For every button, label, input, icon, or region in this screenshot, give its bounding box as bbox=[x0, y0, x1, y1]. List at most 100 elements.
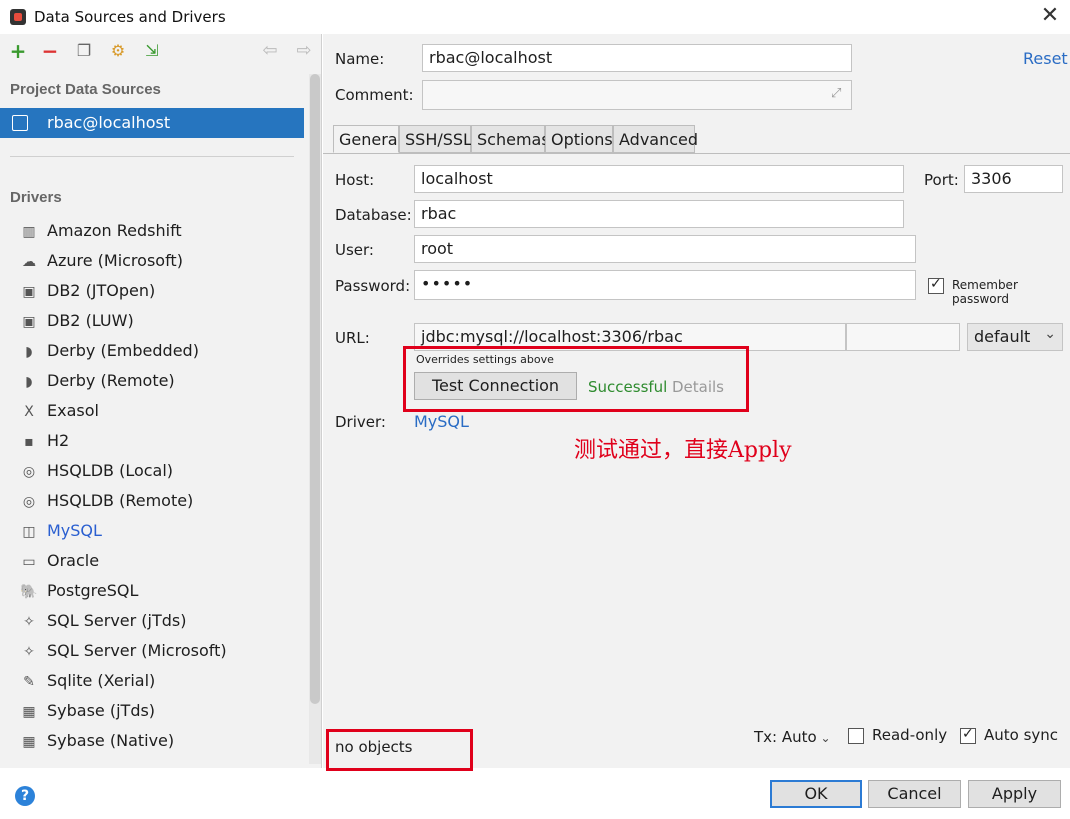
driver-label: Amazon Redshift bbox=[47, 221, 182, 240]
auto-sync-label: Auto sync bbox=[984, 726, 1059, 744]
driver-label: SQL Server (jTds) bbox=[47, 611, 187, 630]
redshift-icon: ▥ bbox=[22, 224, 36, 240]
driver-item[interactable]: ▭ Oracle bbox=[0, 546, 300, 576]
driver-item[interactable]: ◗ Derby (Remote) bbox=[0, 366, 300, 396]
close-icon[interactable]: ✕ bbox=[1038, 4, 1062, 28]
driver-label: Derby (Embedded) bbox=[47, 341, 199, 360]
forward-icon[interactable]: ⇨ bbox=[294, 41, 314, 61]
password-label: Password: bbox=[335, 277, 411, 295]
apply-button[interactable]: Apply bbox=[968, 780, 1061, 808]
driver-link[interactable]: MySQL bbox=[414, 412, 469, 431]
scrollbar[interactable] bbox=[309, 74, 321, 764]
back-icon[interactable]: ⇦ bbox=[260, 41, 280, 61]
copy-icon[interactable]: ❐ bbox=[74, 41, 94, 61]
driver-item[interactable]: ▥ Amazon Redshift bbox=[0, 216, 300, 246]
driver-item[interactable]: ◗ Derby (Embedded) bbox=[0, 336, 300, 366]
tab-divider bbox=[323, 153, 1070, 154]
port-input[interactable]: 3306 bbox=[964, 165, 1063, 193]
sqlserver-icon: ✧ bbox=[23, 644, 35, 660]
driver-label: PostgreSQL bbox=[47, 581, 139, 600]
oracle-icon: ▭ bbox=[22, 554, 36, 570]
url-mode-select[interactable]: default ⌄ bbox=[967, 323, 1063, 351]
driver-item[interactable]: ▣ DB2 (LUW) bbox=[0, 306, 300, 336]
postgresql-icon: 🐘 bbox=[20, 584, 38, 600]
driver-item[interactable]: X Exasol bbox=[0, 396, 300, 426]
remember-password-label: Remember password bbox=[952, 278, 1018, 306]
sybase-icon: ▦ bbox=[22, 734, 36, 750]
tab-options[interactable]: Options bbox=[545, 125, 613, 153]
ok-button[interactable]: OK bbox=[770, 780, 862, 808]
driver-item[interactable]: ▦ Sybase (Native) bbox=[0, 726, 300, 756]
url-mode-value: default bbox=[974, 327, 1031, 346]
db2-icon: ▣ bbox=[22, 284, 36, 300]
driver-item[interactable]: ◎ HSQLDB (Remote) bbox=[0, 486, 300, 516]
toolbar: + − ❐ ⚙ ⇲ ⇦ ⇨ bbox=[0, 34, 322, 70]
driver-item[interactable]: ▣ DB2 (JTOpen) bbox=[0, 276, 300, 306]
help-icon[interactable]: ? bbox=[15, 786, 35, 806]
remember-password-checkbox[interactable] bbox=[928, 276, 944, 294]
host-label: Host: bbox=[335, 171, 375, 189]
driver-label: Driver: bbox=[335, 413, 386, 431]
database-label: Database: bbox=[335, 206, 412, 224]
driver-label: Sqlite (Xerial) bbox=[47, 671, 156, 690]
app-icon bbox=[10, 9, 26, 25]
highlight-box-test bbox=[403, 346, 749, 412]
left-panel: + − ❐ ⚙ ⇲ ⇦ ⇨ Project Data Sources rbac@… bbox=[0, 34, 322, 768]
scrollbar-thumb[interactable] bbox=[310, 74, 320, 704]
driver-label: HSQLDB (Remote) bbox=[47, 491, 194, 510]
driver-item[interactable]: ▪ H2 bbox=[0, 426, 300, 456]
data-source-item[interactable]: rbac@localhost bbox=[0, 108, 304, 138]
name-input[interactable]: rbac@localhost bbox=[422, 44, 852, 72]
driver-item[interactable]: ▦ Sybase (jTds) bbox=[0, 696, 300, 726]
right-panel: Name: rbac@localhost Reset Comment: ⤢ Ge… bbox=[323, 34, 1070, 771]
tx-mode-select[interactable]: Tx: Auto ⌄ bbox=[754, 728, 831, 746]
sybase-icon: ▦ bbox=[22, 704, 36, 720]
derby-icon: ◗ bbox=[25, 344, 33, 360]
data-source-label: rbac@localhost bbox=[47, 113, 171, 132]
name-label: Name: bbox=[335, 50, 385, 68]
url-label: URL: bbox=[335, 329, 370, 347]
cancel-button[interactable]: Cancel bbox=[868, 780, 961, 808]
driver-item[interactable]: ◫ MySQL bbox=[0, 516, 300, 546]
driver-item[interactable]: ✎ Sqlite (Xerial) bbox=[0, 666, 300, 696]
project-data-sources-header: Project Data Sources bbox=[10, 81, 161, 98]
driver-label: H2 bbox=[47, 431, 70, 450]
remove-icon[interactable]: − bbox=[40, 41, 60, 61]
password-input[interactable]: ••••• bbox=[414, 270, 916, 300]
driver-label: Exasol bbox=[47, 401, 99, 420]
url-extra bbox=[846, 323, 960, 351]
azure-icon: ☁ bbox=[22, 254, 36, 270]
auto-sync-checkbox[interactable] bbox=[960, 726, 976, 744]
title-bar: Data Sources and Drivers ✕ bbox=[0, 0, 1070, 34]
driver-item[interactable]: 🐘 PostgreSQL bbox=[0, 576, 300, 606]
user-input[interactable]: root bbox=[414, 235, 916, 263]
tab-schemas[interactable]: Schemas bbox=[471, 125, 550, 153]
driver-label: MySQL bbox=[47, 521, 102, 540]
import-icon[interactable]: ⇲ bbox=[142, 41, 162, 61]
driver-label: Oracle bbox=[47, 551, 100, 570]
h2-icon: ▪ bbox=[24, 434, 34, 450]
read-only-checkbox[interactable] bbox=[848, 728, 864, 744]
driver-item[interactable]: ☁ Azure (Microsoft) bbox=[0, 246, 300, 276]
driver-label: Azure (Microsoft) bbox=[47, 251, 183, 270]
tab-ssh-ssl[interactable]: SSH/SSL bbox=[399, 125, 472, 153]
hsqldb-icon: ◎ bbox=[22, 464, 36, 480]
db2-icon: ▣ bbox=[22, 314, 36, 330]
database-input[interactable]: rbac bbox=[414, 200, 904, 228]
tab-advanced[interactable]: Advanced bbox=[613, 125, 698, 153]
add-icon[interactable]: + bbox=[8, 41, 28, 61]
driver-item[interactable]: ✧ SQL Server (Microsoft) bbox=[0, 636, 300, 666]
sqlite-icon: ✎ bbox=[23, 674, 35, 690]
expand-icon[interactable]: ⤢ bbox=[831, 86, 841, 101]
tab-general[interactable]: General bbox=[333, 125, 402, 153]
exasol-icon: X bbox=[24, 404, 34, 420]
driver-item[interactable]: ◎ HSQLDB (Local) bbox=[0, 456, 300, 486]
reset-link[interactable]: Reset bbox=[1023, 49, 1068, 68]
driver-item[interactable]: ✧ SQL Server (jTds) bbox=[0, 606, 300, 636]
comment-input[interactable] bbox=[422, 80, 852, 110]
tx-mode-label: Tx: Auto bbox=[754, 728, 817, 746]
hsqldb-icon: ◎ bbox=[22, 494, 36, 510]
settings-icon[interactable]: ⚙ bbox=[108, 41, 128, 61]
host-input[interactable]: localhost bbox=[414, 165, 904, 193]
sqlserver-icon: ✧ bbox=[23, 614, 35, 630]
